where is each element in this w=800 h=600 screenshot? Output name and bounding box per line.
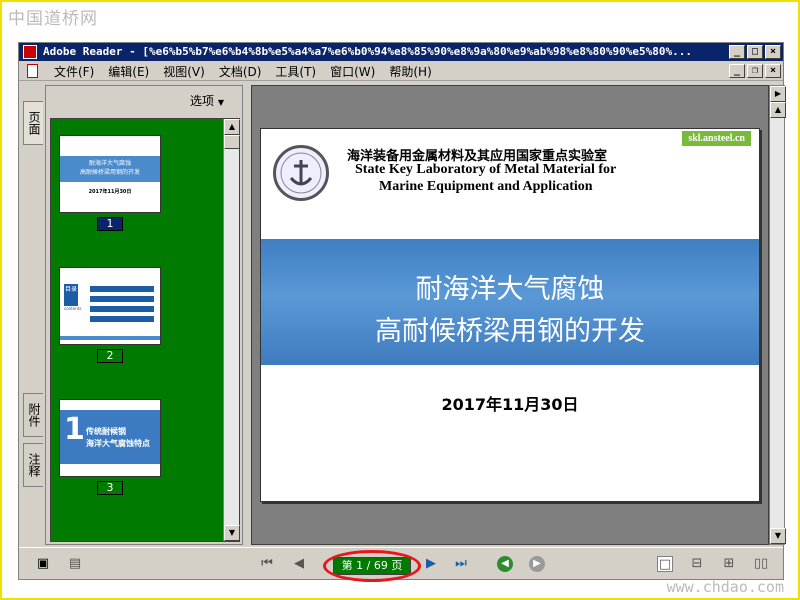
tab-pages[interactable]: 页面 (23, 101, 43, 145)
page-thumbnail-3[interactable]: 1 传统耐候钢 海洋大气腐蚀特点 (59, 399, 161, 477)
document-window-controls: _ ❐ × (729, 64, 781, 78)
adobe-reader-icon (23, 45, 37, 59)
menu-items: 文件(F) 编辑(E) 视图(V) 文档(D) 工具(T) 窗口(W) 帮助(H… (47, 61, 439, 81)
page-thumbnail-2[interactable]: 目录 contents (59, 267, 161, 345)
doc-scroll-down-arrow-icon[interactable]: ▼ (770, 528, 786, 544)
window-controls: _ □ × (729, 45, 781, 59)
lab-name-en-line1: State Key Laboratory of Metal Material f… (355, 162, 617, 177)
document-icon[interactable] (27, 64, 38, 78)
thumb-1-title2: 高耐候桥梁用钢的开发 (79, 169, 140, 176)
slide-title-line2: 高耐候桥梁用钢的开发 (375, 316, 645, 347)
highlight-ring (323, 550, 421, 582)
page-label-3[interactable]: 3 (97, 481, 123, 495)
first-page-icon[interactable]: ⏮ (259, 556, 275, 572)
doc-scroll-up-arrow-icon[interactable]: ▲ (770, 102, 786, 118)
thumbnail-scrollbar[interactable]: ▲ ▼ (223, 119, 240, 541)
last-page-icon[interactable]: ⏭ (453, 556, 469, 572)
menu-edit[interactable]: 编辑(E) (101, 63, 156, 80)
menu-bar: 文件(F) 编辑(E) 视图(V) 文档(D) 工具(T) 窗口(W) 帮助(H… (19, 61, 783, 81)
scroll-down-arrow-icon[interactable]: ▼ (224, 525, 240, 541)
panel-options-icon[interactable]: ▤ (67, 556, 83, 572)
thumb-1-title1: 耐海洋大气腐蚀 (88, 160, 131, 167)
menu-tools[interactable]: 工具(T) (268, 63, 323, 80)
scroll-thumb[interactable] (224, 135, 240, 149)
thumb-2-heading-en: contents (64, 306, 82, 311)
document-scrollbar[interactable]: ▶ ▲ ▼ (769, 85, 786, 545)
go-forward-icon[interactable]: ▶ (529, 556, 545, 572)
thumb-1-banner: 耐海洋大气腐蚀 高耐候桥梁用钢的开发 (60, 156, 160, 182)
menu-file[interactable]: 文件(F) (47, 63, 101, 80)
document-view[interactable]: 海洋装备用金属材料及其应用国家重点实验室 State Key Laborator… (251, 85, 769, 545)
pages-panel: 选项 ▼ 耐海洋大气腐蚀 高耐候桥梁用钢的开发 2017年11月30日 1 目录 (45, 85, 243, 545)
window-title: Adobe Reader - [%e6%b5%b7%e6%b4%8b%e5%a4… (43, 45, 693, 58)
website-badge: skl.ansteel.cn (682, 131, 751, 146)
lab-name-en-line2: Marine Equipment and Application (379, 179, 593, 194)
thumb-1-date: 2017年11月30日 (88, 189, 132, 195)
doc-close-button[interactable]: × (765, 64, 781, 78)
options-button[interactable]: 选项 ▼ (190, 92, 224, 109)
thumb-3-line2: 海洋大气腐蚀特点 (86, 439, 150, 448)
menu-help[interactable]: 帮助(H) (382, 63, 438, 80)
lab-logo-icon (273, 145, 329, 201)
watermark-bottom: www.chdao.com (666, 578, 784, 596)
single-page-icon[interactable]: □ (657, 556, 673, 572)
thumb-3-num: 1 (64, 412, 85, 447)
close-button[interactable]: × (765, 45, 781, 59)
side-tabs: 页面 附件 注释 (19, 85, 45, 545)
adobe-reader-window: Adobe Reader - [%e6%b5%b7%e6%b4%8b%e5%a4… (18, 42, 786, 582)
dropdown-arrow-icon: ▼ (217, 98, 224, 107)
previous-page-icon[interactable]: ◀ (291, 556, 307, 572)
maximize-button[interactable]: □ (747, 45, 763, 59)
continuous-facing-icon[interactable]: ⊞ (721, 556, 737, 572)
title-bar[interactable]: Adobe Reader - [%e6%b5%b7%e6%b4%8b%e5%a4… (19, 43, 783, 61)
page-thumbnail-1[interactable]: 耐海洋大气腐蚀 高耐候桥梁用钢的开发 2017年11月30日 (59, 135, 161, 213)
thumb-2-heading: 目录 (64, 284, 78, 306)
tab-attachments[interactable]: 附件 (23, 393, 43, 437)
continuous-icon[interactable]: ⊟ (689, 556, 705, 572)
page-label-1[interactable]: 1 (97, 217, 123, 231)
scroll-up-arrow-icon[interactable]: ▲ (224, 119, 240, 135)
thumbnail-list[interactable]: 耐海洋大气腐蚀 高耐候桥梁用钢的开发 2017年11月30日 1 目录 cont… (50, 118, 240, 542)
menu-window[interactable]: 窗口(W) (323, 63, 382, 80)
screenshot-frame: 中国道桥网 Adobe Reader - [%e6%b5%b7%e6%b4%8b… (0, 0, 800, 600)
tab-comments[interactable]: 注释 (23, 443, 43, 487)
facing-icon[interactable]: ▯▯ (753, 556, 769, 572)
title-banner: 耐海洋大气腐蚀 高耐候桥梁用钢的开发 (261, 239, 759, 365)
options-label: 选项 (190, 94, 215, 108)
pdf-page: 海洋装备用金属材料及其应用国家重点实验室 State Key Laborator… (260, 128, 760, 502)
watermark-top: 中国道桥网 (8, 9, 98, 29)
next-page-icon[interactable]: ▶ (423, 556, 439, 572)
thumb-3-line1: 传统耐候钢 (86, 427, 126, 436)
go-back-icon[interactable]: ◀ (497, 556, 513, 572)
monitor-icon[interactable]: ▣ (35, 556, 51, 572)
minimize-button[interactable]: _ (729, 45, 745, 59)
page-label-2[interactable]: 2 (97, 349, 123, 363)
doc-minimize-button[interactable]: _ (729, 64, 745, 78)
menu-view[interactable]: 视图(V) (156, 63, 212, 80)
slide-title-line1: 耐海洋大气腐蚀 (415, 274, 605, 305)
slide-date: 2017年11月30日 (441, 395, 579, 414)
status-bar: ▣ ▤ ⏮ ◀ 第 1 / 69 页 ▶ ⏭ ◀ ▶ □ ⊟ ⊞ ▯▯ (19, 547, 783, 582)
doc-restore-button[interactable]: ❐ (747, 64, 763, 78)
doc-scroll-right-arrow-icon[interactable]: ▶ (770, 86, 786, 102)
menu-document[interactable]: 文档(D) (212, 63, 269, 80)
